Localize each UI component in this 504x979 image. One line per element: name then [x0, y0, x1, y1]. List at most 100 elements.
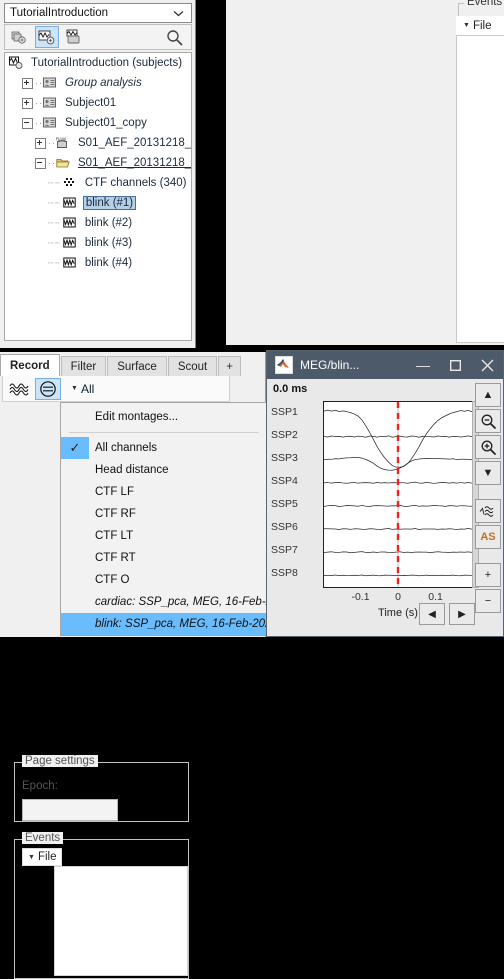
auto-scale-button[interactable]: AS [475, 525, 501, 549]
check-icon: ✓ [61, 437, 89, 459]
montage-menu-item[interactable]: cardiac: SSP_pca, MEG, 16-Feb-202 [61, 591, 267, 613]
montage-icon[interactable] [35, 377, 61, 400]
scroll-down-icon[interactable]: ▼ [475, 461, 501, 485]
page-settings-title: Page settings [22, 755, 98, 767]
tree-item[interactable]: ┈┈ blink (#2) [5, 213, 191, 233]
tree-connector: ·· [48, 158, 56, 168]
tree-item-label: TutorialIntroduction (subjects) [31, 57, 183, 69]
check-placeholder [61, 503, 89, 525]
collapse-icon[interactable] [22, 117, 33, 129]
expand-icon[interactable] [22, 77, 33, 89]
maximize-icon[interactable] [439, 351, 471, 379]
montage-menu-item[interactable]: CTF O [61, 569, 267, 591]
meg-window-title: MEG/blin... [300, 358, 360, 372]
time-axis-title: Time (s) [378, 607, 418, 619]
menu-events[interactable]: ▼ Events [498, 16, 504, 35]
tree-item[interactable]: ·· Subject01_copy [5, 113, 191, 133]
montage-menu-item[interactable]: Edit montages... [61, 406, 267, 428]
channel-label: SSP8 [271, 567, 298, 580]
montage-menu-item-label: CTF LT [95, 530, 134, 542]
montage-menu-item[interactable]: Head distance [61, 459, 267, 481]
explorer-toolbar [4, 24, 192, 50]
tree-item-label: Subject01_copy [65, 117, 147, 129]
display-mode-icon[interactable] [475, 499, 501, 523]
tree-item[interactable]: TutorialIntroduction (subjects) [5, 53, 191, 73]
channel-label: SSP6 [271, 521, 298, 534]
search-icon[interactable] [166, 29, 183, 46]
tree-item[interactable]: ┈┈ blink (#4) [5, 253, 191, 273]
events-file-menu[interactable]: ▼ File [22, 848, 63, 866]
montage-menu-item[interactable]: CTF RF [61, 503, 267, 525]
tree-item[interactable]: ··RAW S01_AEF_20131218_01_( [5, 133, 191, 153]
collapse-icon[interactable] [35, 157, 46, 169]
database-explorer-panel: TutorialIntroduction TutorialIntroductio… [0, 0, 196, 348]
montage-dropdown-menu[interactable]: Edit montages... ✓ All channels Head distan… [60, 402, 268, 636]
tree-item[interactable]: ·· Group analysis [5, 73, 191, 93]
next-page-button[interactable]: ▶ [449, 603, 475, 625]
matlab-icon [275, 356, 293, 374]
montage-menu-item-label: Head distance [95, 464, 169, 476]
database-tree[interactable]: TutorialIntroduction (subjects) ·· Group a… [4, 52, 192, 341]
montage-menu-item-label: Edit montages... [95, 411, 179, 423]
tab-record[interactable]: Record [0, 354, 60, 376]
channel-label: SSP3 [271, 451, 298, 464]
x-tick-label: -0.1 [351, 591, 370, 603]
tree-item-label: blink (#2) [84, 217, 133, 229]
functional-sources-view-icon[interactable] [62, 26, 86, 48]
menu-file-label: File [472, 19, 492, 32]
expand-icon[interactable] [22, 97, 33, 109]
gain-decrease-button[interactable]: − [475, 589, 501, 613]
toolbar-divider [475, 487, 501, 499]
toolbar-divider [475, 551, 501, 563]
page-nav-buttons[interactable]: ◀ ▶ [419, 603, 479, 625]
tree-item[interactable]: ┈┈ CTF channels (340) [5, 173, 191, 193]
events-list-area [456, 35, 504, 343]
protocol-selector-value: TutorialIntroduction [10, 7, 109, 19]
montage-menu-item[interactable]: CTF RT [61, 547, 267, 569]
tree-item[interactable]: ·· Subject01 [5, 93, 191, 113]
scroll-up-icon[interactable]: ▲ [475, 383, 501, 407]
raw-folder-icon: RAW [56, 136, 72, 150]
montage-menu-item[interactable]: CTF LF [61, 481, 267, 503]
check-placeholder [61, 547, 89, 569]
tree-item-label: CTF channels (340) [84, 177, 187, 189]
montage-dropdown-button[interactable]: ▼ All [71, 382, 94, 396]
tree-connector: ·· [35, 78, 43, 88]
menu-file[interactable]: ▼ File [456, 16, 499, 35]
filter-waves-icon[interactable] [6, 378, 32, 400]
zoom-out-icon[interactable] [475, 409, 501, 433]
panel-tabstrip[interactable]: Record Filter Surface Scout + [0, 353, 266, 376]
montage-menu-item[interactable]: ✓ All channels [61, 437, 267, 459]
tab-filter[interactable]: Filter [60, 356, 107, 376]
epoch-input[interactable] [22, 799, 118, 821]
close-icon[interactable] [471, 351, 503, 379]
channel-label: SSP4 [271, 474, 298, 487]
check-placeholder [61, 591, 89, 613]
tree-connector: ┈┈ [48, 257, 61, 268]
tab-surface[interactable]: Surface [107, 356, 167, 376]
anatomy-view-icon[interactable] [8, 26, 32, 48]
check-placeholder [61, 525, 89, 547]
x-tick-label: 0.1 [428, 591, 443, 603]
montage-menu-item[interactable]: CTF LT [61, 525, 267, 547]
subject-icon [43, 76, 59, 90]
ssp-waveform-plot[interactable] [323, 401, 473, 588]
minimize-icon[interactable]: — [407, 351, 439, 379]
tree-item[interactable]: ·· S01_AEF_20131218_01_( [5, 153, 191, 173]
functional-view-icon[interactable] [35, 26, 59, 48]
protocol-selector[interactable]: TutorialIntroduction [4, 3, 192, 23]
x-tick-label: 0 [395, 591, 401, 603]
tree-item[interactable]: ┈┈ blink (#1) [5, 193, 191, 213]
tree-item-label: Subject01 [65, 97, 117, 109]
gain-increase-button[interactable]: + [475, 563, 501, 587]
tab-scout[interactable]: Scout [167, 356, 218, 376]
previous-page-button[interactable]: ◀ [419, 603, 445, 625]
montage-menu-item[interactable]: blink: SSP_pca, MEG, 16-Feb-2020 [61, 613, 267, 635]
zoom-in-icon[interactable] [475, 435, 501, 459]
open-folder-icon [56, 156, 72, 170]
meg-window-titlebar[interactable]: MEG/blin... — [267, 351, 503, 379]
tree-item[interactable]: ┈┈ blink (#3) [5, 233, 191, 253]
expand-icon[interactable] [35, 137, 46, 149]
menu-separator [69, 432, 259, 433]
tab-add[interactable]: + [218, 356, 241, 376]
